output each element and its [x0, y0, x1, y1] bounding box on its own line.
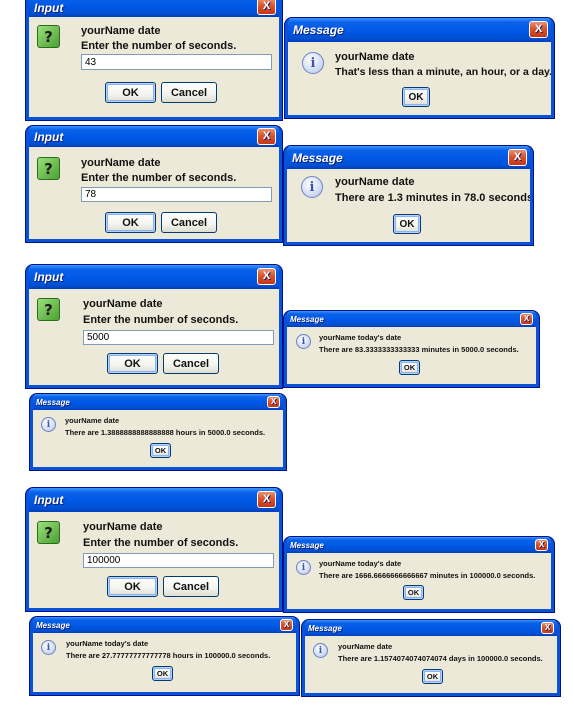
ok-button[interactable]: OK [107, 353, 158, 374]
message-heading: yourName date [335, 176, 415, 188]
message-heading: yourName date [338, 642, 393, 651]
message-heading: yourName today's date [66, 639, 149, 648]
ok-button[interactable]: OK [150, 443, 171, 458]
ok-button[interactable]: OK [393, 214, 421, 234]
window-title: Message [36, 620, 70, 630]
message-dialog: Message X i yourName today's date There … [284, 311, 539, 387]
dialog-heading: yourName date [81, 157, 161, 169]
dialog-heading: yourName date [83, 521, 163, 533]
close-icon[interactable]: X [541, 622, 554, 634]
seconds-input[interactable]: 78 [81, 187, 272, 202]
window-title: Input [34, 0, 64, 15]
message-dialog: Message X i yourName date There are 1.38… [30, 394, 286, 470]
dialog-heading: yourName date [81, 25, 161, 37]
close-icon[interactable]: X [520, 313, 533, 325]
ok-button[interactable]: OK [422, 669, 443, 684]
seconds-input[interactable]: 100000 [83, 553, 274, 568]
info-icon: i [296, 334, 311, 349]
message-text: There are 1.1574074074074074 days in 100… [338, 654, 543, 663]
title-bar[interactable]: Message X [287, 146, 530, 169]
cancel-button[interactable]: Cancel [161, 212, 217, 233]
dialog-prompt: Enter the number of seconds. [83, 314, 239, 326]
seconds-input[interactable]: 5000 [83, 330, 274, 345]
message-heading: yourName date [335, 51, 415, 63]
seconds-input[interactable]: 43 [81, 54, 272, 70]
message-heading: yourName today's date [319, 559, 402, 568]
info-icon: i [302, 52, 324, 74]
title-bar[interactable]: Message X [287, 537, 551, 553]
input-dialog: Input X ? yourName date Enter the number… [26, 488, 282, 611]
question-icon: ? [37, 157, 60, 180]
input-dialog: Input X ? yourName date Enter the number… [26, 0, 282, 120]
message-text: That's less than a minute, an hour, or a… [335, 66, 553, 78]
dialog-prompt: Enter the number of seconds. [81, 172, 237, 184]
message-heading: yourName today's date [319, 333, 402, 342]
message-text: There are 1666.6666666666667 minutes in … [319, 571, 536, 580]
message-dialog: Message X i yourName date There are 1.15… [302, 620, 560, 696]
question-icon: ? [37, 298, 60, 321]
window-title: Message [308, 623, 342, 633]
window-title: Message [36, 397, 70, 407]
message-dialog: Message X i yourName date There are 1.3 … [284, 146, 533, 245]
info-icon: i [301, 176, 323, 198]
message-text: There are 1.3 minutes in 78.0 seconds. [335, 192, 533, 204]
ok-button[interactable]: OK [152, 666, 173, 681]
window-title: Input [34, 129, 64, 144]
window-title: Input [34, 270, 64, 284]
question-icon: ? [37, 25, 60, 48]
cancel-button[interactable]: Cancel [161, 82, 217, 103]
ok-button[interactable]: OK [105, 82, 156, 103]
ok-button[interactable]: OK [403, 585, 424, 600]
title-bar[interactable]: Message X [33, 394, 283, 410]
title-bar[interactable]: Input X [29, 0, 279, 17]
ok-button[interactable]: OK [105, 212, 156, 233]
cancel-button[interactable]: Cancel [163, 353, 219, 374]
window-title: Message [290, 540, 324, 550]
title-bar[interactable]: Message X [305, 620, 557, 636]
close-icon[interactable]: X [257, 491, 276, 508]
window-title: Message [293, 23, 344, 37]
close-icon[interactable]: X [257, 268, 276, 285]
cancel-button[interactable]: Cancel [163, 576, 219, 597]
close-icon[interactable]: X [529, 21, 548, 38]
ok-button[interactable]: OK [107, 576, 158, 597]
window-title: Message [290, 314, 324, 324]
title-bar[interactable]: Input X [29, 265, 279, 289]
title-bar[interactable]: Message X [288, 18, 551, 42]
ok-button[interactable]: OK [402, 87, 430, 107]
message-text: There are 83.3333333333333 minutes in 50… [319, 345, 519, 354]
message-dialog: Message X i yourName today's date There … [284, 537, 554, 612]
message-dialog: Message X i yourName today's date There … [30, 617, 299, 695]
message-text: There are 1.3888888888888888 hours in 50… [65, 428, 266, 437]
close-icon[interactable]: X [508, 149, 527, 166]
input-dialog: Input X ? yourName date Enter the number… [26, 265, 282, 388]
title-bar[interactable]: Input X [29, 488, 279, 512]
dialog-prompt: Enter the number of seconds. [81, 40, 237, 52]
close-icon[interactable]: X [257, 128, 276, 145]
window-title: Message [292, 150, 343, 165]
ok-button[interactable]: OK [399, 360, 420, 375]
message-dialog: Message X i yourName date That's less th… [285, 18, 554, 118]
window-title: Input [34, 493, 64, 507]
message-heading: yourName date [65, 416, 120, 425]
info-icon: i [41, 640, 56, 655]
dialog-heading: yourName date [83, 298, 163, 310]
close-icon[interactable]: X [535, 539, 548, 551]
input-dialog: Input X ? yourName date Enter the number… [26, 126, 282, 242]
title-bar[interactable]: Input X [29, 126, 279, 147]
info-icon: i [313, 643, 328, 658]
close-icon[interactable]: X [257, 0, 276, 15]
question-icon: ? [37, 521, 60, 544]
message-text: There are 27.77777777777778 hours in 100… [66, 651, 271, 660]
close-icon[interactable]: X [280, 619, 293, 631]
dialog-prompt: Enter the number of seconds. [83, 537, 239, 549]
close-icon[interactable]: X [267, 396, 280, 408]
title-bar[interactable]: Message X [287, 311, 536, 327]
info-icon: i [41, 417, 56, 432]
title-bar[interactable]: Message X [33, 617, 296, 633]
info-icon: i [296, 560, 311, 575]
